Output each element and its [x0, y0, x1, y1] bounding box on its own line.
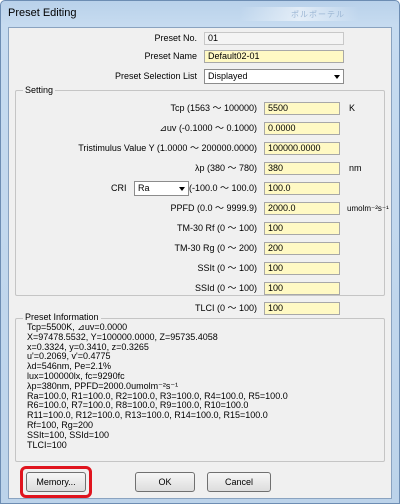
preset-no-label: Preset No.: [154, 33, 197, 43]
lambda-p-field[interactable]: 380: [264, 162, 340, 175]
ssld-label: SSId (0 ～ 100): [194, 283, 257, 293]
sslt-field[interactable]: 100: [264, 262, 340, 275]
cancel-button[interactable]: Cancel: [207, 472, 271, 492]
preset-information-text: Tcp=5500K, ⊿uv=0.0000 X=97478.5532, Y=10…: [27, 322, 367, 450]
ssld-field[interactable]: 100: [264, 282, 340, 295]
preset-editing-window: Preset Editing ポルポーテル Preset No. 01 Pres…: [0, 0, 400, 504]
setting-group-title: Setting: [23, 85, 56, 95]
sslt-label: SSIt (0 ～ 100): [197, 263, 257, 273]
ppfd-unit: umolm⁻²s⁻¹: [347, 204, 389, 213]
title-bar[interactable]: Preset Editing ポルポーテル: [1, 1, 399, 27]
window-title: Preset Editing: [8, 7, 77, 19]
preset-selection-list-label: Preset Selection List: [114, 71, 197, 81]
tlci-label: TLCI (0 ～ 100): [194, 303, 257, 313]
cri-range-label: (-100.0 ～ 100.0): [189, 183, 258, 193]
tm30-rg-field[interactable]: 200: [264, 242, 340, 255]
memory-button-highlight: [20, 466, 92, 498]
info-line: SSIt=100, SSId=100: [27, 429, 110, 440]
chevron-down-icon: [179, 187, 185, 191]
tlci-field[interactable]: 100: [264, 302, 340, 315]
cri-select-value: Ra: [138, 183, 150, 193]
cri-dropdown[interactable]: Ra: [134, 181, 189, 196]
info-line: TLCI=100: [27, 439, 67, 450]
tcp-field[interactable]: 5500: [264, 102, 340, 115]
duv-label: ⊿uv (-0.1000 ～ 0.1000): [159, 123, 257, 133]
tcp-unit: K: [349, 103, 356, 113]
tcp-label: Tcp (1563 ～ 100000): [170, 103, 257, 113]
cri-field[interactable]: 100.0: [264, 182, 340, 195]
ok-button[interactable]: OK: [135, 472, 195, 492]
lambda-p-unit: nm: [349, 163, 362, 173]
preset-name-label: Preset Name: [144, 51, 197, 61]
preset-no-field[interactable]: 01: [204, 32, 344, 45]
tm30-rf-field[interactable]: 100: [264, 222, 340, 235]
cri-label: CRI: [111, 183, 127, 193]
ppfd-label: PPFD (0.0 ～ 9999.9): [170, 203, 257, 213]
chevron-down-icon: [334, 75, 340, 79]
tristimulus-field[interactable]: 100000.0000: [264, 142, 340, 155]
title-glow-text: ポルポーテル: [291, 10, 345, 19]
tm30-rg-label: TM-30 Rg (0 ～ 200): [174, 243, 257, 253]
ppfd-field[interactable]: 2000.0: [264, 202, 340, 215]
preset-selection-list-dropdown[interactable]: Displayed: [204, 69, 344, 84]
lambda-p-label: λp (380 ～ 780): [194, 163, 257, 173]
preset-information-title: Preset Information: [23, 312, 101, 322]
preset-name-field[interactable]: Default02-01: [204, 50, 344, 63]
tristimulus-label: Tristimulus Value Y (1.0000 ～ 200000.000…: [78, 143, 257, 153]
preset-selection-list-value: Displayed: [208, 71, 248, 81]
tm30-rf-label: TM-30 Rf (0 ～ 100): [176, 223, 257, 233]
duv-field[interactable]: 0.0000: [264, 122, 340, 135]
